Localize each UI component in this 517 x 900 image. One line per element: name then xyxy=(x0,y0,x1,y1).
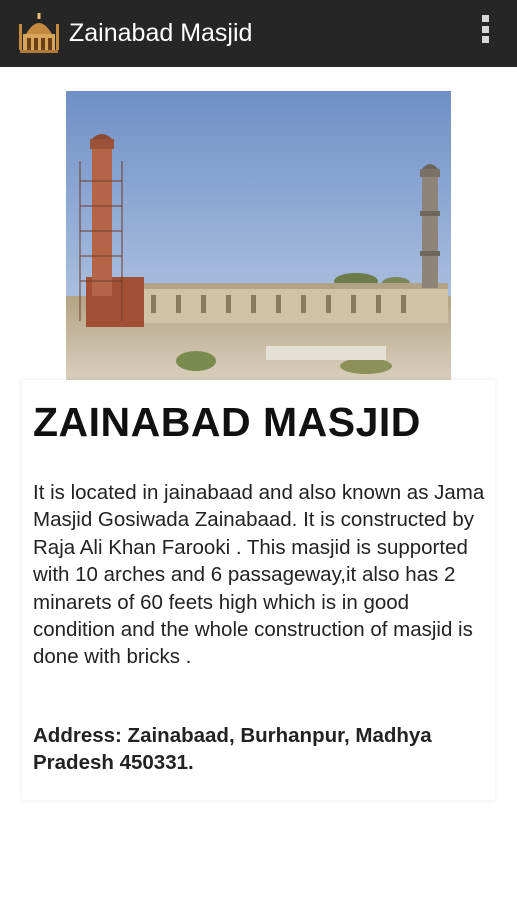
mosque-logo-icon[interactable] xyxy=(16,10,62,56)
info-card: ZAINABAD MASJID It is located in jainaba… xyxy=(22,380,495,800)
mosque-photo xyxy=(66,91,451,380)
masjid-description: It is located in jainabaad and also know… xyxy=(33,481,485,669)
app-title: Zainabad Masjid xyxy=(69,19,253,47)
more-vert-icon[interactable] xyxy=(479,15,491,51)
action-bar: Zainabad Masjid xyxy=(0,0,517,67)
masjid-heading: ZAINABAD MASJID xyxy=(33,399,421,445)
main-content: ZAINABAD MASJID It is located in jainaba… xyxy=(0,67,517,900)
masjid-address: Address: Zainabaad, Burhanpur, Madhya Pr… xyxy=(33,724,432,775)
